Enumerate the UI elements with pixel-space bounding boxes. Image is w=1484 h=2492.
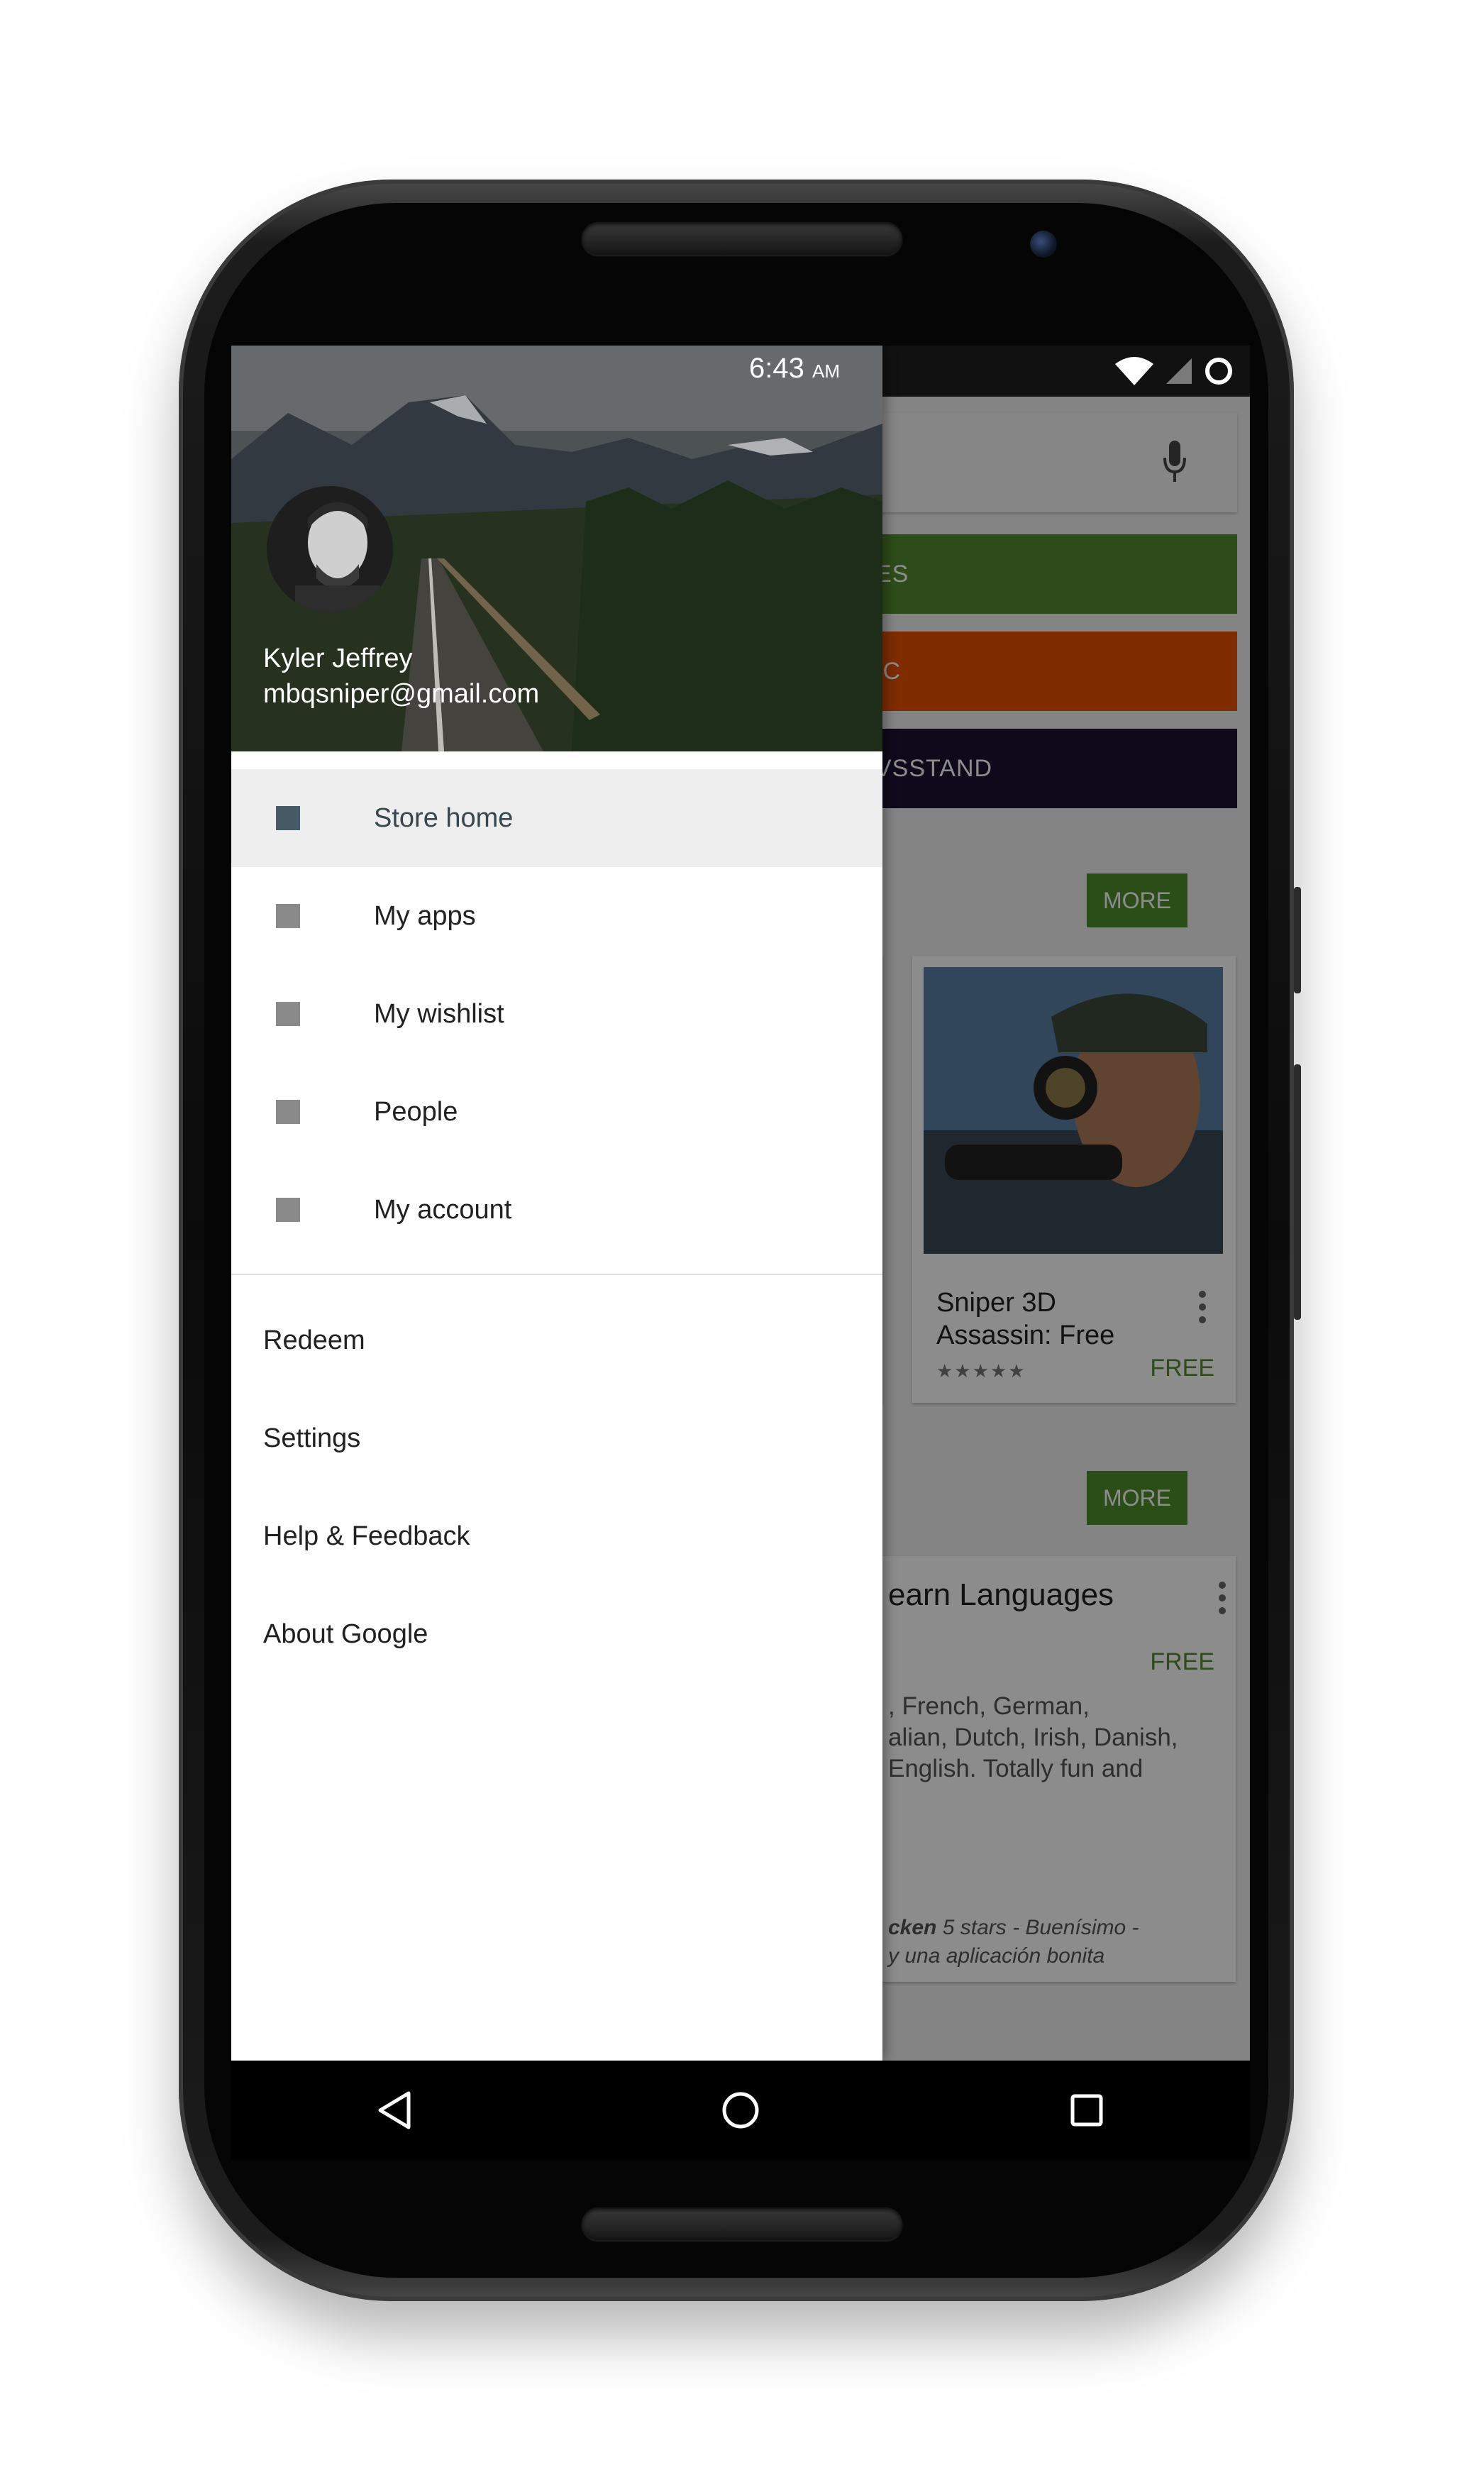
battery-charging-icon xyxy=(1205,358,1232,385)
nav-item-my-apps[interactable]: My apps xyxy=(231,867,882,965)
nav-item-people[interactable]: People xyxy=(231,1063,882,1161)
nav-item-about-google[interactable]: About Google xyxy=(263,1613,428,1655)
nav-item-label: My account xyxy=(374,1194,512,1225)
volume-button xyxy=(1294,887,1301,993)
wifi-icon xyxy=(1115,357,1153,385)
nav-item-label: Store home xyxy=(374,803,514,833)
drawer-header: 6:43 AM Kyler Jeffrey mbqsniper@gmail.co… xyxy=(231,346,882,751)
home-icon[interactable] xyxy=(719,2089,762,2132)
nav-item-settings[interactable]: Settings xyxy=(263,1417,360,1460)
drawer-divider xyxy=(231,1274,882,1275)
user-name: Kyler Jeffrey xyxy=(263,644,413,673)
clock-ampm: AM xyxy=(812,360,840,382)
store-home-icon xyxy=(276,806,300,830)
screen: ES IC VSSTAND MORE Sniper 3D Assassin: F… xyxy=(231,346,1250,2061)
bottom-speaker xyxy=(582,2207,902,2240)
nav-item-my-wishlist[interactable]: My wishlist xyxy=(231,965,882,1063)
back-icon[interactable] xyxy=(373,2089,416,2132)
nav-item-my-account[interactable]: My account xyxy=(231,1161,882,1259)
nav-item-redeem[interactable]: Redeem xyxy=(263,1319,365,1362)
people-icon xyxy=(276,1100,300,1124)
my-wishlist-icon xyxy=(276,1002,300,1026)
drawer-clock: 6:43 AM xyxy=(749,353,840,385)
clock-time: 6:43 xyxy=(749,353,804,384)
my-account-icon xyxy=(276,1198,300,1222)
nav-item-store-home[interactable]: Store home xyxy=(231,769,882,867)
signal-icon xyxy=(1166,358,1192,384)
nav-item-label: People xyxy=(374,1096,458,1127)
avatar-image xyxy=(267,486,393,612)
recents-icon[interactable] xyxy=(1065,2089,1108,2132)
avatar[interactable] xyxy=(267,486,393,612)
my-apps-icon xyxy=(276,904,300,928)
system-navigation-bar xyxy=(231,2061,1250,2160)
top-speaker xyxy=(582,222,902,255)
front-camera xyxy=(1030,231,1057,258)
nav-item-help-feedback[interactable]: Help & Feedback xyxy=(263,1515,470,1558)
navigation-drawer: 6:43 AM Kyler Jeffrey mbqsniper@gmail.co… xyxy=(231,346,882,2061)
status-icons xyxy=(1114,355,1234,387)
user-email[interactable]: mbqsniper@gmail.com xyxy=(263,679,539,710)
nav-item-label: My apps xyxy=(374,900,476,931)
nav-item-label: My wishlist xyxy=(374,998,504,1029)
power-button xyxy=(1294,1064,1301,1320)
